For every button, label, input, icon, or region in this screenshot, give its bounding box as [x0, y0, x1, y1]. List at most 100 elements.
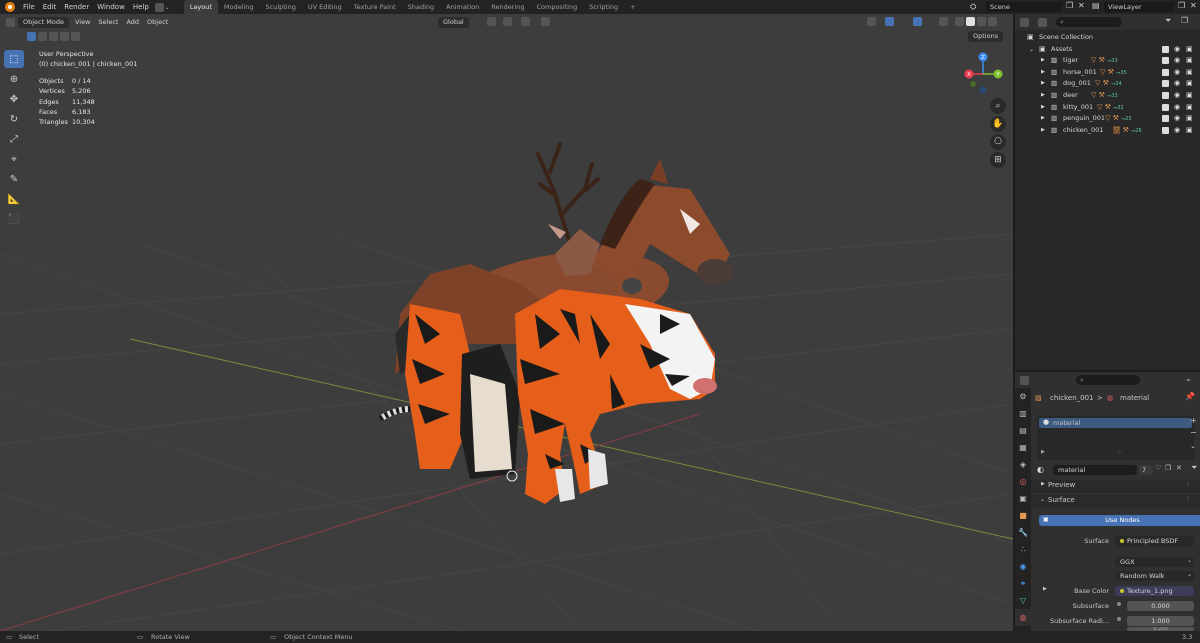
resize-handle-icon[interactable]: ::: [1117, 450, 1122, 456]
filter-icon[interactable]: ⏷ [1165, 16, 1171, 26]
overlay-toggle-icon[interactable] [913, 17, 922, 26]
material-tab-icon[interactable]: ◍ [1015, 609, 1031, 626]
gizmo-toggle-icon[interactable] [885, 17, 894, 26]
select-extend-icon[interactable] [38, 32, 47, 41]
subsurface-method-dropdown[interactable]: Random Walk [1115, 571, 1194, 581]
slot-specials-icon[interactable]: ⌄ [1190, 442, 1196, 450]
tab-sculpting[interactable]: Sculpting [260, 0, 302, 14]
material-shading-icon[interactable] [977, 17, 986, 26]
rendered-shading-icon[interactable] [988, 17, 997, 26]
measure-tool[interactable]: 📐 [4, 190, 24, 208]
browse-material-icon[interactable]: ◐ [1037, 465, 1044, 474]
distribution-dropdown[interactable]: GGX [1115, 557, 1194, 567]
menu-select[interactable]: Select [94, 14, 122, 30]
select-subtract-icon[interactable] [49, 32, 58, 41]
zoom-icon[interactable]: ⌕ [990, 98, 1006, 114]
blender-logo-icon[interactable] [5, 2, 15, 12]
snap-target-icon[interactable] [521, 17, 530, 26]
tab-modeling[interactable]: Modeling [218, 0, 260, 14]
close-layer-icon[interactable]: ✕ [1190, 1, 1197, 10]
properties-search-input[interactable]: ⌕ [1076, 375, 1140, 385]
menu-window[interactable]: Window [93, 0, 129, 14]
menu-edit[interactable]: Edit [39, 0, 61, 14]
duplicate-material-icon[interactable]: ❐ [1165, 464, 1171, 472]
editor-type-icon[interactable] [1020, 17, 1029, 27]
output-tab-icon[interactable]: ▤ [1015, 422, 1031, 439]
outliner-collection-assets[interactable]: ⌄ ▣ Assets ◉ ▣ [1015, 44, 1200, 56]
add-cube-tool[interactable]: ⬛ [4, 210, 24, 228]
render-tab-icon[interactable]: ▥ [1015, 405, 1031, 422]
select-box-tool[interactable]: ⬚ [4, 50, 24, 68]
grid-view-icon[interactable]: ⊞ [990, 152, 1006, 168]
view-layer-tab-icon[interactable]: ▦ [1015, 439, 1031, 456]
solid-shading-icon[interactable] [966, 17, 975, 26]
select-intersect-icon[interactable] [71, 32, 80, 41]
pivot-icon[interactable] [487, 17, 496, 26]
snap-icon[interactable] [503, 17, 512, 26]
remove-slot-button[interactable]: − [1190, 428, 1197, 437]
cursor-tool[interactable]: ⊕ [4, 70, 24, 88]
outliner-item-horse[interactable]: ▶ ▨ horse_001 ▽ ⚒ ↝35 ◉ ▣ [1015, 67, 1200, 79]
select-new-icon[interactable] [27, 32, 36, 41]
visibility-icon[interactable] [867, 17, 876, 26]
menu-object[interactable]: Object [143, 14, 172, 30]
data-tab-icon[interactable]: ▽ [1015, 592, 1031, 609]
modifier-tab-icon[interactable]: 🔧 [1015, 524, 1031, 541]
xray-icon[interactable] [939, 17, 948, 26]
tab-uv-editing[interactable]: UV Editing [302, 0, 348, 14]
pin-icon[interactable]: 📌 [1185, 392, 1195, 401]
material-slot-list[interactable]: material ● ::: ▶ [1037, 416, 1194, 460]
view-layer-icon[interactable]: ▤ [1092, 1, 1100, 10]
menu-view[interactable]: View [71, 14, 94, 30]
3d-viewport[interactable]: Object Mode View Select Add Object Globa… [0, 14, 1013, 631]
scene-icon[interactable]: ⛭ [970, 2, 976, 12]
tab-texture-paint[interactable]: Texture Paint [348, 0, 402, 14]
link-filter-icon[interactable]: ⏷ [1191, 463, 1197, 473]
editor-type-icon[interactable] [154, 2, 164, 12]
outliner-scene-collection[interactable]: ▣ Scene Collection [1015, 32, 1200, 44]
world-tab-icon[interactable]: ◎ [1015, 473, 1031, 490]
select-invert-icon[interactable] [60, 32, 69, 41]
tab-rendering[interactable]: Rendering [485, 0, 530, 14]
material-name-field[interactable]: material [1053, 465, 1137, 475]
rotate-tool[interactable]: ↻ [4, 110, 24, 128]
camera-view-icon[interactable]: ⎔ [990, 134, 1006, 150]
close-icon[interactable]: ✕ [1078, 1, 1085, 10]
surface-section[interactable]: ⌄ Surface ⁞ [1031, 495, 1200, 508]
menu-file[interactable]: File [19, 0, 39, 14]
wireframe-shading-icon[interactable] [955, 17, 964, 26]
outliner-search-input[interactable]: ⌕ [1056, 17, 1122, 27]
outliner-item-tiger[interactable]: ▶ ▨ tiger ▽ ⚒ ↝33 ◉ ▣ [1015, 55, 1200, 67]
surface-shader-field[interactable]: Principled BSDF [1115, 536, 1194, 546]
tool-tab-icon[interactable]: ⚙ [1015, 388, 1031, 405]
tab-animation[interactable]: Animation [440, 0, 485, 14]
pan-hand-icon[interactable]: ✋ [990, 116, 1006, 132]
proportional-edit-icon[interactable] [541, 17, 550, 26]
add-slot-button[interactable]: + [1190, 416, 1197, 425]
options-icon[interactable]: ⌄ [1185, 374, 1192, 383]
tab-layout[interactable]: Layout [183, 0, 218, 14]
move-tool[interactable]: ✥ [4, 90, 24, 108]
editor-type-icon[interactable] [1020, 375, 1029, 385]
object-tab-icon[interactable]: ■ [1015, 507, 1031, 524]
outliner-item-dog[interactable]: ▶ ▨ dog_001 ▽ ⚒ ↝34 ◉ ▣ [1015, 78, 1200, 90]
menu-render[interactable]: Render [60, 0, 93, 14]
mode-dropdown[interactable]: Object Mode [18, 16, 69, 28]
outliner-item-deer[interactable]: ▶ ▨ deer ▽ ⚒ ↝33 ◉ ▣ [1015, 90, 1200, 102]
navigation-gizmo[interactable]: Z Y X [961, 52, 1005, 96]
add-workspace-button[interactable]: + [624, 0, 641, 14]
options-dropdown[interactable]: Options [968, 31, 1004, 42]
physics-tab-icon[interactable]: ◉ [1015, 558, 1031, 575]
unlink-material-icon[interactable]: ✕ [1176, 464, 1182, 472]
scene-selector[interactable]: Scene [986, 2, 1062, 12]
material-slot-item[interactable]: material [1039, 418, 1192, 428]
annotate-tool[interactable]: ✎ [4, 170, 24, 188]
use-nodes-button[interactable]: Use Nodes [1039, 515, 1200, 526]
view-layer-selector[interactable]: ViewLayer [1104, 2, 1174, 12]
menu-help[interactable]: Help [129, 0, 153, 14]
copy-layer-icon[interactable]: ❐ [1178, 1, 1185, 10]
outliner-item-kitty[interactable]: ▶ ▨ kitty_001 ▽ ⚒ ↝32 ◉ ▣ [1015, 102, 1200, 114]
fake-user-icon[interactable]: ♡ [1155, 464, 1161, 472]
expand-icon[interactable]: ▶ [1041, 449, 1045, 455]
new-collection-icon[interactable]: ❐ [1181, 16, 1188, 25]
